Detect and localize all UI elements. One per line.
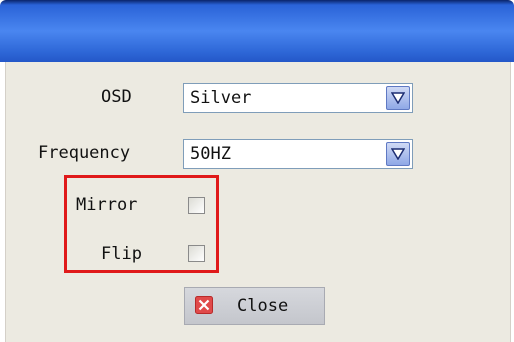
frequency-select-value: 50HZ bbox=[190, 144, 231, 164]
frequency-select[interactable]: 50HZ bbox=[183, 139, 413, 169]
osd-select[interactable]: Silver bbox=[183, 83, 413, 113]
chevron-down-icon[interactable] bbox=[386, 86, 410, 110]
chevron-down-icon[interactable] bbox=[386, 142, 410, 166]
highlight-box bbox=[64, 175, 219, 273]
close-icon bbox=[195, 296, 213, 314]
close-button-label: Close bbox=[237, 296, 289, 316]
frequency-label: Frequency bbox=[38, 143, 131, 163]
osd-label: OSD bbox=[101, 87, 132, 107]
osd-select-value: Silver bbox=[190, 88, 252, 108]
close-button[interactable]: Close bbox=[184, 287, 325, 325]
title-bar[interactable] bbox=[0, 0, 514, 62]
